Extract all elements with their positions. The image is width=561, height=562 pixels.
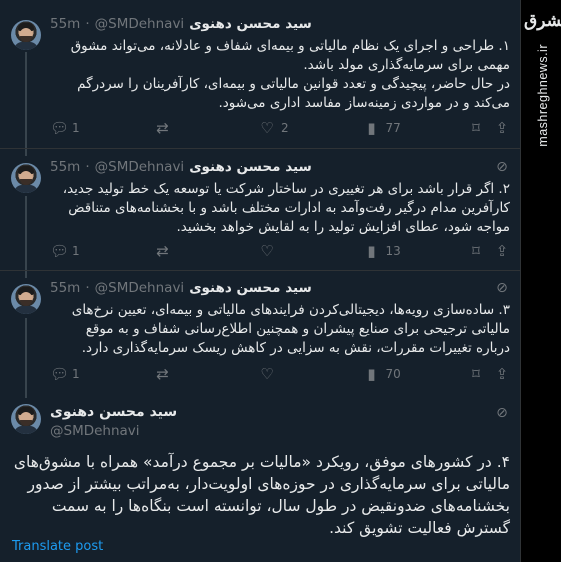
tweet-extra-actions: ⌑ ⇪ bbox=[468, 119, 510, 137]
reply-icon: 💬︎ bbox=[50, 119, 70, 137]
tweet-paragraph: ۳. ساده‌سازی رویه‌ها، دیجیتالی‌کردن فرای… bbox=[71, 302, 510, 356]
share-icon[interactable]: ⇪ bbox=[494, 242, 510, 260]
tweet-extra-actions: ⌑ ⇪ bbox=[468, 365, 510, 383]
reply-icon: 💬︎ bbox=[50, 365, 70, 383]
like-count: 2 bbox=[281, 121, 289, 135]
bookmark-icon[interactable]: ⌑ bbox=[468, 365, 484, 383]
like-icon: ♡ bbox=[260, 365, 274, 383]
author-handle[interactable]: @SMDehnavi bbox=[50, 423, 140, 439]
like-button[interactable]: ♡ 2 bbox=[259, 119, 319, 137]
views-icon: ▮ bbox=[367, 242, 376, 260]
author-handle[interactable]: @SMDehnavi bbox=[95, 159, 185, 175]
watermark-logo: مشرق bbox=[524, 11, 561, 31]
views-button[interactable]: ▮ 13 bbox=[364, 242, 424, 260]
tweet-header: 55m · @SMDehnavi سید محسن دهنوی bbox=[50, 16, 312, 32]
tweet-paragraph: ۲. اگر قرار باشد برای هر تغییری در ساختا… bbox=[62, 181, 510, 235]
translate-post-link[interactable]: Translate post bbox=[12, 539, 103, 554]
like-icon: ♡ bbox=[260, 242, 274, 260]
tweet-paragraph: در حال حاضر، پیچیدگی و تعدد قوانین مالیا… bbox=[77, 76, 510, 111]
reply-button[interactable]: 💬︎ 1 bbox=[50, 242, 110, 260]
tweet-paragraph: ۱. طراحی و اجرای یک نظام مالیاتی و بیمه‌… bbox=[70, 38, 510, 73]
share-icon[interactable]: ⇪ bbox=[494, 119, 510, 137]
tweet-header: 55m · @SMDehnavi سید محسن دهنوی bbox=[50, 159, 312, 175]
views-icon: ▮ bbox=[367, 119, 376, 137]
tweet-text: ۲. اگر قرار باشد برای هر تغییری در ساختا… bbox=[50, 180, 510, 237]
tweet-extra-actions: ⌑ ⇪ bbox=[468, 242, 510, 260]
views-button[interactable]: ▮ 70 bbox=[364, 365, 424, 383]
reply-button[interactable]: 💬︎ 1 bbox=[50, 365, 110, 383]
share-icon[interactable]: ⇪ bbox=[494, 365, 510, 383]
grok-icon[interactable]: ⊘ bbox=[495, 281, 509, 295]
avatar[interactable] bbox=[11, 20, 41, 50]
tweet-actions: 💬︎ 1 ⇄ ♡ ▮ 13 ⌑ ⇪ bbox=[50, 241, 510, 261]
author-name[interactable]: سید محسن دهنوی bbox=[50, 404, 177, 420]
author-name[interactable]: سید محسن دهنوی bbox=[189, 280, 312, 296]
bookmark-icon[interactable]: ⌑ bbox=[468, 119, 484, 137]
tweet-actions: 💬︎ 1 ⇄ ♡ 2 ▮ 77 ⌑ ⇪ bbox=[50, 118, 510, 138]
author-handle[interactable]: @SMDehnavi bbox=[95, 16, 185, 32]
author-handle[interactable]: @SMDehnavi bbox=[95, 280, 185, 296]
avatar[interactable] bbox=[11, 284, 41, 314]
repost-icon: ⇄ bbox=[156, 365, 169, 383]
reply-count: 1 bbox=[72, 121, 80, 135]
author-name[interactable]: سید محسن دهنوی bbox=[189, 159, 312, 175]
reply-icon: 💬︎ bbox=[50, 242, 70, 260]
tweet-text: ۳. ساده‌سازی رویه‌ها، دیجیتالی‌کردن فرای… bbox=[50, 301, 510, 358]
thread-connector bbox=[25, 52, 27, 156]
views-button[interactable]: ▮ 77 bbox=[364, 119, 424, 137]
repost-button[interactable]: ⇄ bbox=[155, 119, 215, 137]
like-button[interactable]: ♡ bbox=[259, 242, 319, 260]
tweet-header: 55m · @SMDehnavi سید محسن دهنوی bbox=[50, 280, 312, 296]
post-time[interactable]: 55m bbox=[50, 280, 80, 296]
bookmark-icon[interactable]: ⌑ bbox=[468, 242, 484, 260]
repost-button[interactable]: ⇄ bbox=[155, 242, 215, 260]
repost-icon: ⇄ bbox=[156, 119, 169, 137]
views-count: 13 bbox=[385, 244, 401, 258]
divider bbox=[0, 148, 521, 149]
watermark-site: mashreghnews.ir bbox=[536, 44, 550, 147]
main-post-text: ۴. در کشورهای موفق، رویکرد «مالیات بر مج… bbox=[13, 453, 510, 537]
reply-count: 1 bbox=[72, 244, 80, 258]
thread-connector bbox=[25, 196, 27, 278]
like-button[interactable]: ♡ bbox=[259, 365, 319, 383]
views-icon: ▮ bbox=[367, 365, 376, 383]
tweet-actions: 💬︎ 1 ⇄ ♡ ▮ 70 ⌑ ⇪ bbox=[50, 364, 510, 384]
author-name[interactable]: سید محسن دهنوی bbox=[189, 16, 312, 32]
post-time[interactable]: 55m bbox=[50, 16, 80, 32]
avatar[interactable] bbox=[11, 404, 41, 434]
thread-connector bbox=[25, 318, 27, 398]
reply-button[interactable]: 💬︎ 1 bbox=[50, 119, 110, 137]
repost-icon: ⇄ bbox=[156, 242, 169, 260]
grok-icon[interactable]: ⊘ bbox=[495, 160, 509, 174]
views-count: 77 bbox=[385, 121, 401, 135]
views-count: 70 bbox=[385, 367, 401, 381]
divider bbox=[0, 270, 521, 271]
watermark-strip: مشرق mashreghnews.ir bbox=[520, 0, 561, 562]
reply-count: 1 bbox=[72, 367, 80, 381]
avatar[interactable] bbox=[11, 163, 41, 193]
repost-button[interactable]: ⇄ bbox=[155, 365, 215, 383]
post-time[interactable]: 55m bbox=[50, 159, 80, 175]
grok-icon[interactable]: ⊘ bbox=[495, 406, 509, 420]
thread-view: 55m · @SMDehnavi سید محسن دهنوی ۱. طراحی… bbox=[0, 0, 521, 562]
like-icon: ♡ bbox=[260, 119, 274, 137]
tweet-text: ۱. طراحی و اجرای یک نظام مالیاتی و بیمه‌… bbox=[50, 37, 510, 113]
